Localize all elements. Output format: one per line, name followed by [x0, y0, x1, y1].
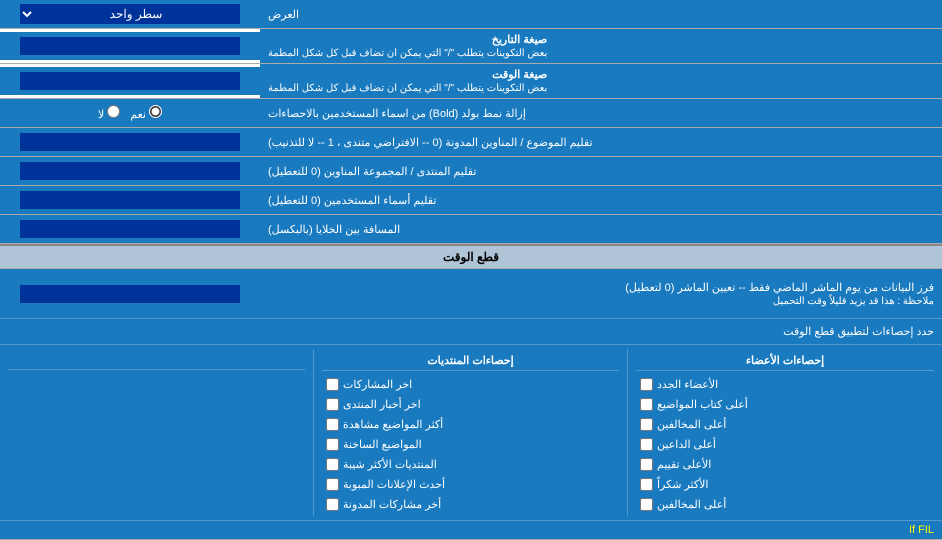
bold-radio-yes[interactable]: [149, 105, 162, 118]
col-empty: [0, 349, 314, 516]
cb-most-thanked: الأعلى تقييم: [636, 454, 934, 474]
cb-most-active-forums: المنتديات الأكثر شيبة: [322, 454, 619, 474]
bold-radio-no-label: لا: [98, 105, 120, 121]
cb-top-rated-input[interactable]: [640, 438, 653, 451]
col-forums: إحصاءات المنتديات اخر المشاركات اخر أخبا…: [314, 349, 628, 516]
filter-row: فرز البيانات من يوم الماشر الماضي فقط --…: [0, 269, 942, 319]
عرض-row: العرض سطر واحدسطرينثلاثة أسطر: [0, 0, 942, 29]
main-container: العرض سطر واحدسطرينثلاثة أسطر صيغة التار…: [0, 0, 942, 540]
topics-label: تقليم الموضوع / المناوين المدونة (0 -- ا…: [260, 128, 942, 156]
stats-section: فرز البيانات من يوم الماشر الماضي فقط --…: [0, 269, 942, 540]
forum-label: تقليم المنتدى / المجموعة المناوين (0 للت…: [260, 157, 942, 185]
checkbox-grid: إحصاءات الأعضاء الأعضاء الجدد أعلى كتاب …: [0, 349, 942, 516]
limits-row: حدد إحصاءات لتطبيق قطع الوقت: [0, 319, 942, 345]
cb-latest-ads: أحدث الإعلانات المبوبة: [322, 474, 619, 494]
cb-top-violators2-input[interactable]: [640, 498, 653, 511]
cb-top-writers: أعلى كتاب المواضيع: [636, 394, 934, 414]
limits-label: حدد إحصاءات لتطبيق قطع الوقت: [0, 321, 942, 342]
bold-label: إزالة نمط بولد (Bold) من اسماء المستخدمي…: [260, 99, 942, 127]
date-format-row: صيغة التاريخ بعض التكوينات يتطلب "/" الت…: [0, 29, 942, 64]
cb-new-members-input[interactable]: [640, 378, 653, 391]
usernames-input[interactable]: 0: [20, 191, 240, 209]
cb-top-violators: الأكثر شكراً: [636, 474, 934, 494]
forum-input[interactable]: 33: [20, 162, 240, 180]
cb-last-blog-posts: أخر مشاركات المدونة: [322, 494, 619, 514]
forum-row: تقليم المنتدى / المجموعة المناوين (0 للت…: [0, 157, 942, 186]
cb-last-blog-posts-input[interactable]: [326, 498, 339, 511]
cb-latest-ads-input[interactable]: [326, 478, 339, 491]
cb-top-inviters: أعلى المخالفين: [636, 414, 934, 434]
cb-last-posts: اخر المشاركات: [322, 374, 619, 394]
عرض-input-area: سطر واحدسطرينثلاثة أسطر: [0, 0, 260, 28]
cb-top-inviters-input[interactable]: [640, 418, 653, 431]
date-format-input[interactable]: d-m: [20, 37, 240, 55]
spacing-input[interactable]: 2: [20, 220, 240, 238]
bottom-note: If FIL: [0, 520, 942, 539]
bold-radio-area: نعم لا: [0, 99, 260, 127]
usernames-input-area: 0: [0, 186, 260, 214]
cb-last-news-input[interactable]: [326, 398, 339, 411]
time-cut-header: قطع الوقت: [0, 244, 942, 269]
col-members: إحصاءات الأعضاء الأعضاء الجدد أعلى كتاب …: [628, 349, 942, 516]
filter-input[interactable]: 0: [20, 285, 240, 303]
cb-last-news: اخر أخبار المنتدى: [322, 394, 619, 414]
عرض-label: العرض: [260, 0, 942, 28]
col-empty-header: [8, 351, 305, 370]
cb-most-viewed-input[interactable]: [326, 418, 339, 431]
cb-top-violators2: أعلى المخالفين: [636, 494, 934, 514]
cb-top-rated: أعلى الداعين: [636, 434, 934, 454]
date-format-label: صيغة التاريخ بعض التكوينات يتطلب "/" الت…: [260, 29, 942, 63]
time-format-row: صيغة الوقت بعض التكوينات يتطلب "/" التي …: [0, 64, 942, 99]
col-forums-header: إحصاءات المنتديات: [322, 351, 619, 371]
forum-input-area: 33: [0, 157, 260, 185]
usernames-row: تقليم أسماء المستخدمين (0 للتعطيل) 0: [0, 186, 942, 215]
cb-last-posts-input[interactable]: [326, 378, 339, 391]
date-format-input-area: d-m: [0, 32, 260, 60]
spacing-input-area: 2: [0, 215, 260, 243]
filter-label-area: فرز البيانات من يوم الماشر الماضي فقط --…: [260, 277, 942, 311]
usernames-label: تقليم أسماء المستخدمين (0 للتعطيل): [260, 186, 942, 214]
time-format-label: صيغة الوقت بعض التكوينات يتطلب "/" التي …: [260, 64, 942, 98]
cb-new-members: الأعضاء الجدد: [636, 374, 934, 394]
topics-input-area: 33: [0, 128, 260, 156]
bold-radio-yes-label: نعم: [130, 105, 162, 121]
cb-most-viewed: أكثر المواضيع مشاهدة: [322, 414, 619, 434]
spacing-label: المسافة بين الخلايا (بالبكسل): [260, 215, 942, 243]
filter-input-area: 0: [0, 283, 260, 305]
cb-top-writers-input[interactable]: [640, 398, 653, 411]
checkboxes-container: إحصاءات الأعضاء الأعضاء الجدد أعلى كتاب …: [0, 345, 942, 520]
cb-most-thanked-input[interactable]: [640, 458, 653, 471]
cb-hot-topics: المواضيع الساخنة: [322, 434, 619, 454]
bold-row: إزالة نمط بولد (Bold) من اسماء المستخدمي…: [0, 99, 942, 128]
time-format-input-area: H:i: [0, 67, 260, 95]
col-members-header: إحصاءات الأعضاء: [636, 351, 934, 371]
topics-input[interactable]: 33: [20, 133, 240, 151]
spacing-row: المسافة بين الخلايا (بالبكسل) 2: [0, 215, 942, 244]
bold-radio-no[interactable]: [107, 105, 120, 118]
cb-most-active-forums-input[interactable]: [326, 458, 339, 471]
topics-row: تقليم الموضوع / المناوين المدونة (0 -- ا…: [0, 128, 942, 157]
time-format-input[interactable]: H:i: [20, 72, 240, 90]
عرض-select[interactable]: سطر واحدسطرينثلاثة أسطر: [20, 4, 240, 24]
cb-top-violators-input[interactable]: [640, 478, 653, 491]
cb-hot-topics-input[interactable]: [326, 438, 339, 451]
